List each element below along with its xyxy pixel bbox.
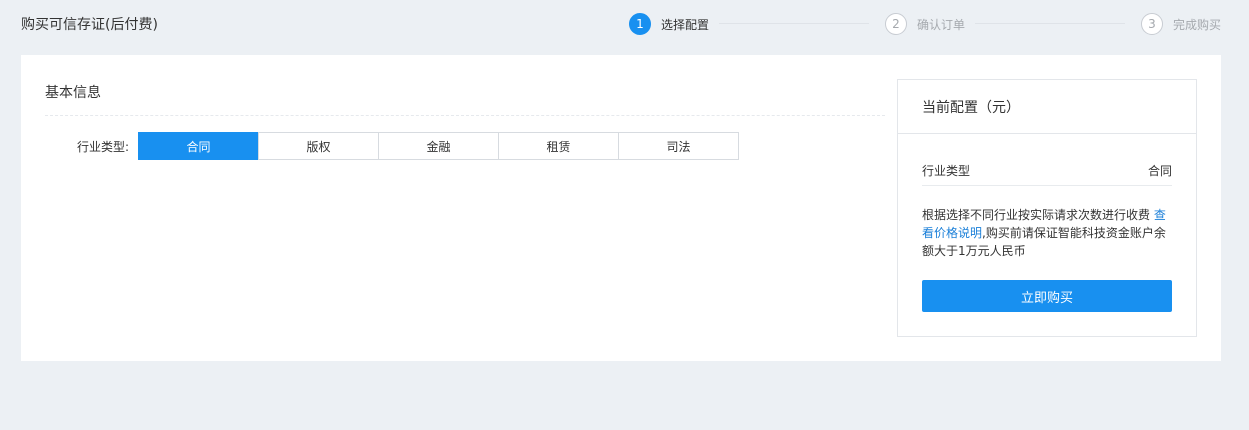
industry-option-copyright[interactable]: 版权 — [258, 132, 379, 160]
summary-industry-value: 合同 — [1147, 164, 1172, 178]
buy-now-button[interactable]: 立即购买 — [922, 280, 1172, 312]
industry-type-selector: 合同 版权 金融 租赁 司法 — [138, 132, 739, 160]
billing-note-text: 根据选择不同行业按实际请求次数进行收费 — [922, 208, 1154, 222]
section-divider — [45, 115, 885, 116]
step-1-label: 选择配置 — [661, 17, 710, 32]
industry-option-judicial[interactable]: 司法 — [618, 132, 739, 160]
industry-option-contract[interactable]: 合同 — [138, 132, 259, 160]
industry-option-finance[interactable]: 金融 — [378, 132, 499, 160]
step-3: 3 完成购买 — [1141, 12, 1221, 36]
step-2-number: 2 — [885, 13, 907, 35]
step-1: 1 选择配置 — [629, 12, 709, 36]
step-3-label: 完成购买 — [1173, 17, 1222, 32]
step-connector — [719, 23, 869, 24]
industry-option-leasing[interactable]: 租赁 — [498, 132, 619, 160]
billing-note: 根据选择不同行业按实际请求次数进行收费 查看价格说明,购买前请保证智能科技资金账… — [922, 206, 1172, 260]
step-2: 2 确认订单 — [885, 12, 965, 36]
summary-industry-label: 行业类型 — [922, 164, 971, 178]
step-2-label: 确认订单 — [917, 17, 966, 32]
current-config-panel: 当前配置（元） 行业类型 合同 根据选择不同行业按实际请求次数进行收费 查看价格… — [897, 79, 1197, 337]
page-title: 购买可信存证(后付费) — [21, 17, 158, 33]
step-connector — [975, 23, 1125, 24]
step-1-number: 1 — [629, 13, 651, 35]
config-card: 基本信息 行业类型: 合同 版权 金融 租赁 司法 当前配置（元） 行业类型 合… — [21, 55, 1221, 361]
step-indicator: 1 选择配置 2 确认订单 3 完成购买 — [629, 12, 1229, 36]
current-config-title: 当前配置（元） — [898, 80, 1196, 134]
industry-type-label: 行业类型: — [77, 140, 130, 154]
section-title: 基本信息 — [45, 85, 101, 101]
step-3-number: 3 — [1141, 13, 1163, 35]
summary-industry-row: 行业类型 合同 — [922, 162, 1172, 186]
